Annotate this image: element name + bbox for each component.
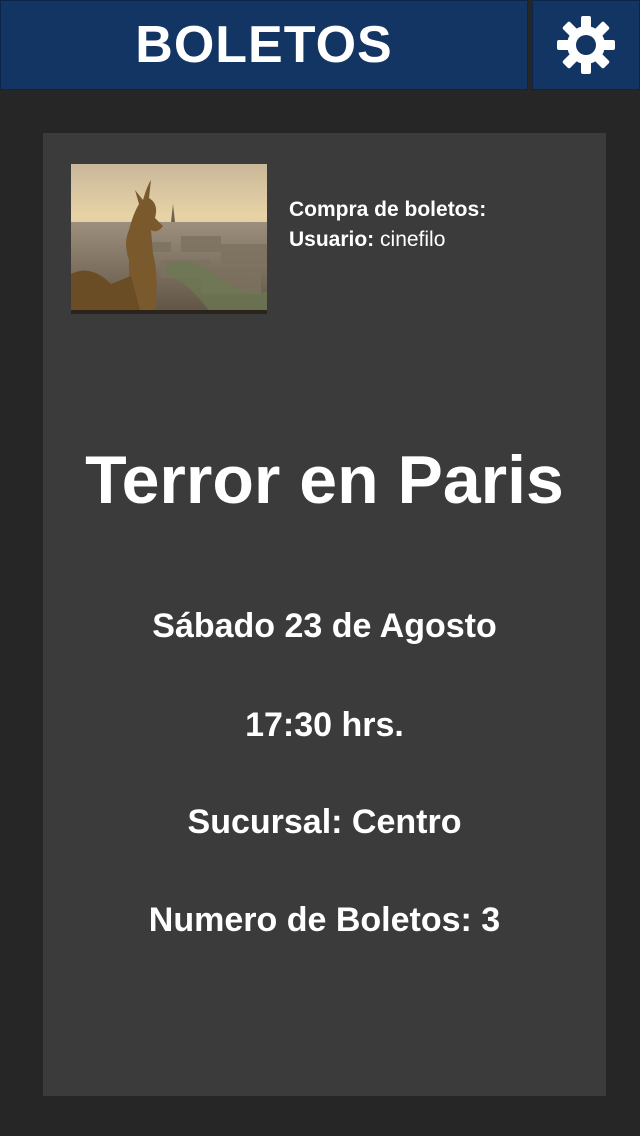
user-line: Usuario: cinefilo xyxy=(289,225,486,255)
showtime-date: Sábado 23 de Agosto xyxy=(152,607,497,645)
app-root: BOLETOS Compra de boletos: Usuario: cine… xyxy=(0,0,640,1136)
purchase-heading: Compra de boletos: xyxy=(289,198,487,221)
purchase-info: Compra de boletos: Usuario: cinefilo xyxy=(289,195,486,255)
ticket-card: Compra de boletos: Usuario: cinefilo Ter… xyxy=(43,133,606,1096)
ticket-count: Numero de Boletos: 3 xyxy=(148,901,501,939)
user-label: Usuario: xyxy=(289,228,375,251)
branch-label: Sucursal: Centro xyxy=(187,803,462,841)
movie-thumbnail xyxy=(71,164,267,314)
header-title-box: BOLETOS xyxy=(0,0,528,90)
settings-button[interactable] xyxy=(532,0,640,90)
gear-icon xyxy=(557,16,615,74)
showtime-time: 17:30 hrs. xyxy=(245,706,404,744)
movie-title: Terror en Paris xyxy=(85,442,564,518)
user-value: cinefilo xyxy=(380,228,446,251)
header-bar: BOLETOS xyxy=(0,0,640,92)
page-title: BOLETOS xyxy=(135,16,393,74)
